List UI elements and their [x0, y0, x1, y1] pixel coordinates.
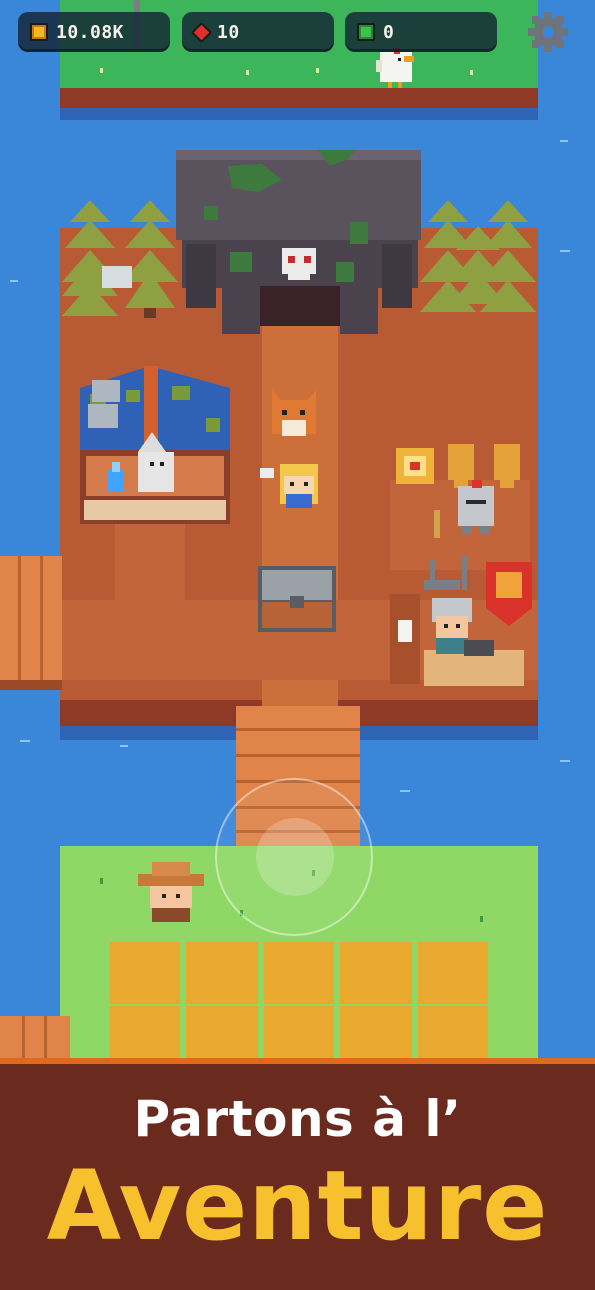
game-screen: 10.08K 10 0 Partons à l’ Aventure [0, 0, 595, 1290]
joystick-knob[interactable] [256, 818, 334, 896]
gear-icon [528, 12, 568, 52]
ruby-value: 10 [217, 21, 240, 43]
gold-counter: 10.08K [18, 12, 170, 52]
banner-subtitle: Partons à l’ [133, 1090, 462, 1148]
training-target [396, 448, 434, 484]
chicken-npc [376, 48, 414, 88]
emerald-value: 0 [383, 21, 395, 43]
small-sword [434, 510, 440, 538]
treasure-chest[interactable] [258, 566, 336, 632]
gold-value: 10.08K [56, 21, 125, 43]
wheat-field [110, 942, 488, 1060]
ruby-gem-icon [190, 21, 213, 43]
settings-button[interactable] [526, 10, 570, 54]
anvil [464, 640, 494, 656]
dungeon-temple [176, 150, 421, 334]
white-boulder [102, 266, 132, 288]
stone-urns [88, 380, 120, 428]
knight-npc [458, 480, 494, 534]
ruby-counter: 10 [182, 12, 334, 52]
gold-coin-icon [30, 23, 48, 41]
promo-banner: Partons à l’ Aventure [0, 1058, 595, 1290]
banner-title: Aventure [46, 1150, 549, 1262]
emerald-counter: 0 [345, 12, 497, 52]
emerald-gem-icon [357, 23, 375, 41]
